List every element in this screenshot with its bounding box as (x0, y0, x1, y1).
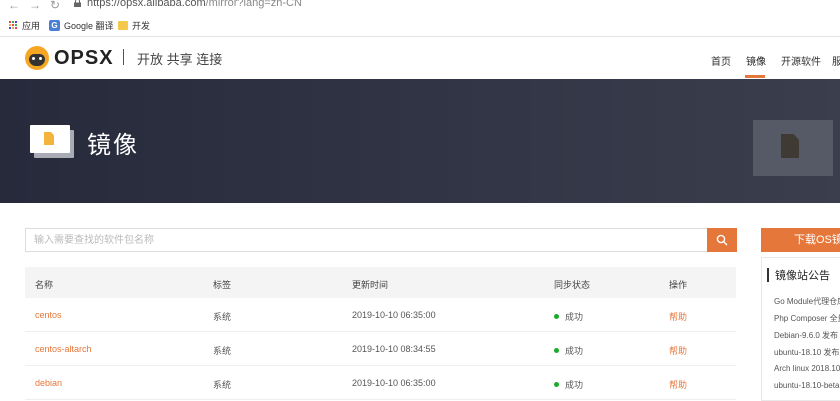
url-field[interactable]: https://opsx.alibaba.com/mirror?lang=zh-… (87, 0, 302, 9)
mirror-updated: 2019-10-10 06:35:00 (352, 310, 436, 320)
brand-name: OPSX (54, 46, 114, 69)
site-logo[interactable]: OPSX (25, 46, 114, 70)
column-tag: 标签 (213, 280, 232, 290)
table-row: centos 系统 2019-10-10 06:35:00 成功 帮助 (25, 298, 736, 332)
search-button[interactable] (707, 228, 737, 252)
notice-panel: 镜像站公告 Go Module代理仓库 Php Composer 全量 Debi… (761, 257, 840, 401)
column-name: 名称 (35, 280, 54, 290)
sync-status: 成功 (554, 378, 583, 391)
nav-services[interactable]: 服 (832, 53, 840, 68)
notice-header: 镜像站公告 (762, 258, 840, 288)
folder-icon (118, 21, 128, 30)
bookmark-dev-folder[interactable]: 开发 (118, 19, 150, 32)
notice-item[interactable]: Debian-9.6.0 发布 (774, 330, 838, 341)
reload-icon[interactable]: ↻ (50, 0, 60, 12)
mirror-name-link[interactable]: centos-altarch (35, 344, 92, 354)
opsx-logo-icon (25, 46, 49, 70)
notice-item[interactable]: ubuntu-18.10 发布 (774, 347, 839, 358)
notice-item[interactable]: Go Module代理仓库 (774, 296, 840, 307)
logo-divider (123, 49, 124, 65)
table-row: debian 系统 2019-10-10 06:35:00 成功 帮助 (25, 366, 736, 400)
nav-home[interactable]: 首页 (711, 53, 731, 68)
mirror-tag: 系统 (213, 312, 232, 322)
table-header: 名称 标签 更新时间 同步状态 操作 (25, 267, 736, 298)
status-dot-icon (554, 382, 559, 387)
status-text: 成功 (565, 312, 584, 322)
url-path: /mirror?lang=zh-CN (205, 0, 302, 9)
status-text: 成功 (565, 380, 584, 390)
page-title: 镜像 (87, 132, 139, 159)
column-status: 同步状态 (554, 280, 591, 290)
brand-slogan: 开放 共享 连接 (137, 52, 223, 67)
address-bar: ← → ↻ https://opsx.alibaba.com/mirror?la… (0, 0, 840, 12)
status-dot-icon (554, 348, 559, 353)
table-row: centos-altarch 系统 2019-10-10 08:34:55 成功… (25, 332, 736, 366)
forward-icon[interactable]: → (29, 0, 41, 12)
mirror-name-link[interactable]: centos (35, 310, 62, 320)
download-label: 下载OS镜 (794, 234, 840, 246)
notice-title-bar (767, 268, 769, 282)
mirror-tag: 系统 (213, 380, 232, 390)
apps-icon (9, 21, 18, 30)
help-link[interactable]: 帮助 (669, 344, 687, 357)
notice-item[interactable]: Arch linux 2018.10 (774, 364, 840, 373)
site-header: OPSX 开放 共享 连接 首页 镜像 开源软件 服 (0, 37, 840, 79)
bookmark-google-translate[interactable]: G Google 翻译 (49, 19, 114, 32)
help-link[interactable]: 帮助 (669, 310, 687, 323)
column-updated: 更新时间 (352, 280, 389, 290)
mirror-icon (30, 125, 74, 158)
bookmark-label: Google 翻译 (64, 21, 114, 31)
notice-item[interactable]: ubuntu-18.10-beta (774, 381, 839, 390)
notice-title: 镜像站公告 (775, 270, 830, 282)
download-os-image-button[interactable]: 下载OS镜 (761, 228, 840, 252)
mirror-updated: 2019-10-10 06:35:00 (352, 378, 436, 388)
back-icon[interactable]: ← (8, 0, 20, 12)
search-icon (716, 234, 728, 246)
bookmark-label: 开发 (132, 21, 151, 31)
mirror-tag: 系统 (213, 346, 232, 356)
bookmark-label: 应用 (22, 21, 41, 31)
status-text: 成功 (565, 346, 584, 356)
sync-status: 成功 (554, 344, 583, 357)
help-link[interactable]: 帮助 (669, 378, 687, 391)
mirror-name-link[interactable]: debian (35, 378, 62, 388)
nav-mirror[interactable]: 镜像 (746, 53, 766, 68)
bookmarks-bar: 应用 G Google 翻译 开发 (0, 16, 840, 34)
page-banner: 镜像 (0, 79, 840, 203)
notice-item[interactable]: Php Composer 全量 (774, 313, 840, 324)
sync-status: 成功 (554, 310, 583, 323)
column-action: 操作 (669, 280, 688, 290)
bookmark-apps[interactable]: 应用 (9, 19, 40, 32)
nav-active-indicator (745, 75, 765, 78)
nav-open-source[interactable]: 开源软件 (781, 53, 821, 68)
mirror-updated: 2019-10-10 08:34:55 (352, 344, 436, 354)
browser-chrome: ← → ↻ https://opsx.alibaba.com/mirror?la… (0, 0, 840, 37)
url-host: https://opsx.alibaba.com (87, 0, 206, 9)
status-dot-icon (554, 314, 559, 319)
google-translate-icon: G (49, 20, 60, 31)
banner-decoration-icon (753, 120, 833, 176)
search-input[interactable] (25, 228, 708, 252)
lock-icon (74, 0, 81, 7)
